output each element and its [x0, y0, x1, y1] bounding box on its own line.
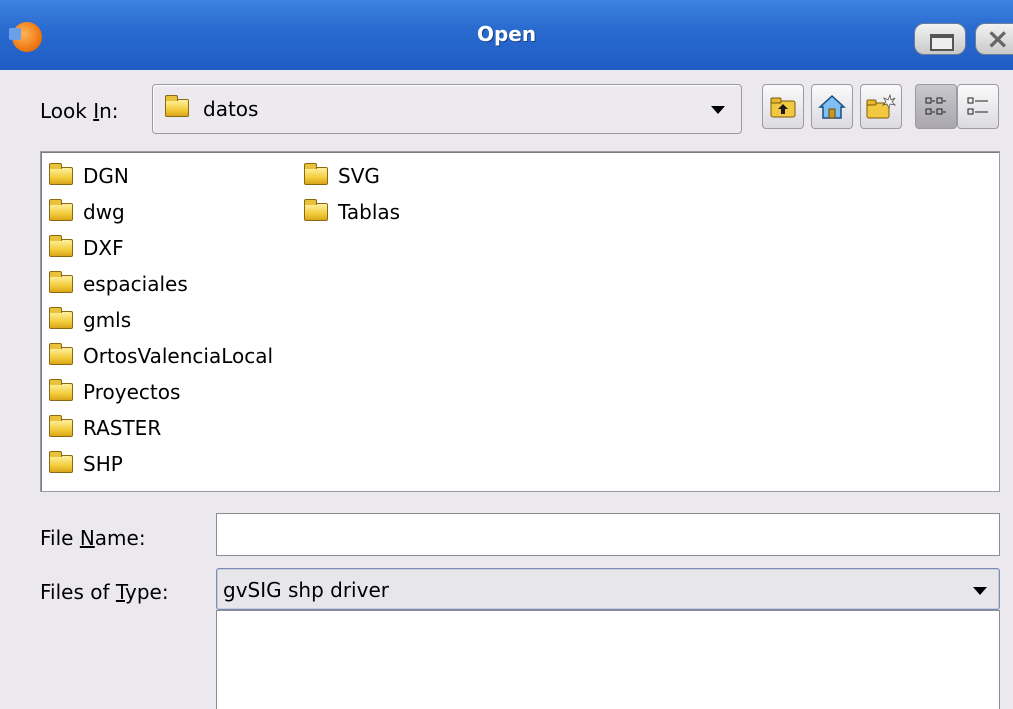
file-list-item[interactable]: Tablas: [304, 196, 400, 228]
folder-icon: [49, 415, 73, 437]
list-view-icon: [925, 97, 946, 114]
file-name: RASTER: [83, 416, 162, 440]
files-of-type-dropdown-list[interactable]: [216, 610, 1000, 709]
chevron-down-icon[interactable]: [711, 106, 725, 114]
create-new-folder-button[interactable]: [860, 84, 902, 129]
file-name: SHP: [83, 452, 123, 476]
list-view-button[interactable]: [915, 84, 957, 129]
file-list-item[interactable]: DXF: [49, 232, 124, 264]
close-button[interactable]: [975, 22, 1013, 55]
file-name: espaciales: [83, 272, 188, 296]
folder-icon: [49, 379, 73, 401]
home-icon: [818, 94, 846, 119]
file-list-item[interactable]: dwg: [49, 196, 125, 228]
new-folder-icon: [866, 93, 896, 118]
folder-icon: [49, 163, 73, 185]
files-of-type-label: Files of Type:: [40, 580, 169, 604]
file-list-item[interactable]: Proyectos: [49, 376, 180, 408]
file-name: DGN: [83, 164, 129, 188]
file-name-field[interactable]: [216, 513, 1000, 556]
folder-icon: [49, 307, 73, 329]
file-list-item[interactable]: espaciales: [49, 268, 188, 300]
file-name: OrtosValenciaLocal: [83, 344, 274, 368]
file-name: DXF: [83, 236, 124, 260]
file-name: Proyectos: [83, 380, 181, 404]
folder-icon: [49, 343, 73, 365]
home-button[interactable]: [811, 84, 853, 129]
folder-up-icon: [770, 97, 796, 117]
details-view-button[interactable]: [957, 84, 999, 129]
title-bar[interactable]: Open: [0, 0, 1013, 70]
file-list-item[interactable]: RASTER: [49, 412, 161, 444]
folder-icon: [49, 271, 73, 293]
files-of-type-combobox[interactable]: gvSIG shp driver: [216, 568, 1000, 610]
chevron-down-icon[interactable]: [973, 587, 987, 595]
folder-icon: [304, 163, 328, 185]
folder-icon: [165, 95, 189, 117]
file-name: gmls: [83, 308, 132, 332]
file-name: SVG: [338, 164, 380, 188]
folder-icon: [49, 451, 73, 473]
folder-icon: [49, 235, 73, 257]
file-name-label: File Name:: [40, 526, 146, 550]
file-list-item[interactable]: OrtosValenciaLocal: [49, 340, 273, 372]
file-list-item[interactable]: DGN: [49, 160, 129, 192]
look-in-combobox[interactable]: datos: [152, 84, 742, 134]
minimize-button[interactable]: [914, 23, 966, 55]
window-title: Open: [476, 22, 537, 46]
file-list-item[interactable]: SHP: [49, 448, 123, 480]
file-list[interactable]: DGN dwg DXF espaciales gmls OrtosValenciaLoca…: [40, 151, 1000, 492]
folder-icon: [304, 199, 328, 221]
files-of-type-value: gvSIG shp driver: [223, 578, 389, 602]
look-in-value: datos: [203, 97, 259, 121]
file-list-item[interactable]: SVG: [304, 160, 380, 192]
up-one-level-button[interactable]: [762, 84, 804, 129]
details-view-icon: [967, 97, 988, 114]
file-name: dwg: [83, 200, 125, 224]
file-list-item[interactable]: gmls: [49, 304, 131, 336]
look-in-label: Look In:: [40, 99, 119, 123]
file-name: Tablas: [338, 200, 401, 224]
folder-icon: [49, 199, 73, 221]
